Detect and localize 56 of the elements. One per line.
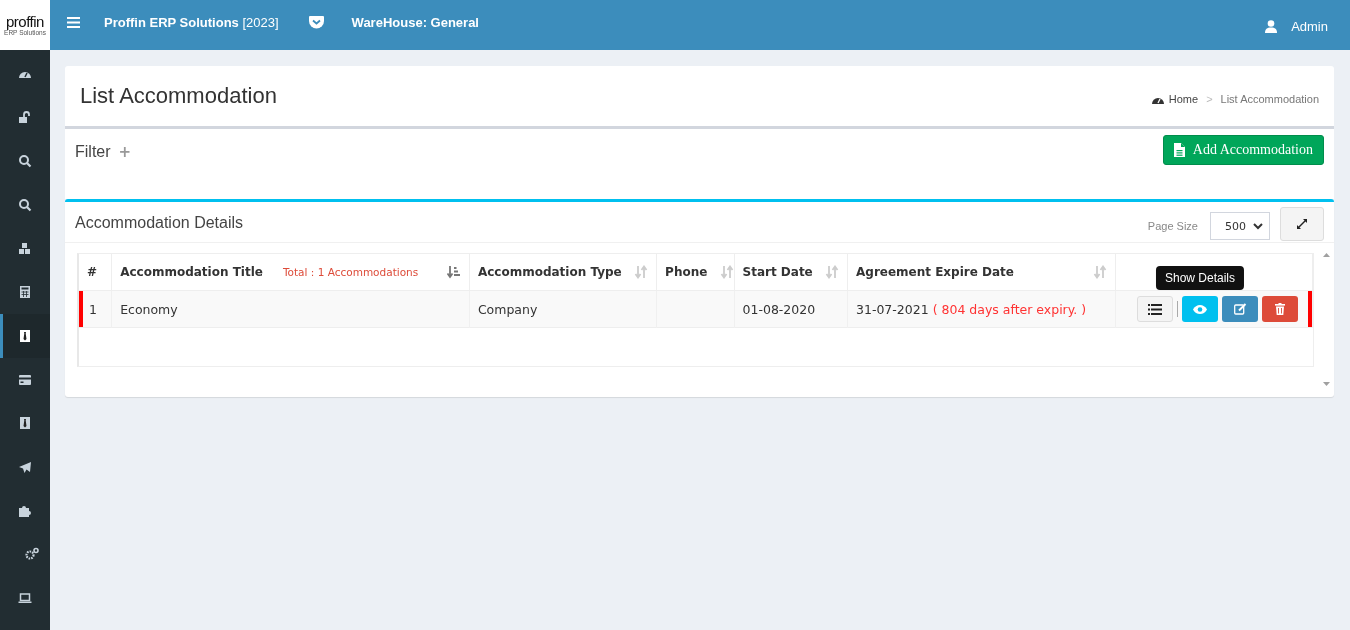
page-size-select[interactable]: 500 xyxy=(1210,212,1270,240)
list-button[interactable] xyxy=(1137,296,1173,322)
logo-text: proffin xyxy=(6,14,44,29)
table-cell: 1 xyxy=(89,301,97,317)
edit-button[interactable] xyxy=(1222,296,1258,322)
table-cell: Economy xyxy=(120,301,178,317)
warehouse-label[interactable]: WareHouse: General xyxy=(351,14,479,30)
breadcrumb-separator: > xyxy=(1206,93,1213,105)
table-cell: 01-08-2020 xyxy=(742,301,816,317)
breadcrumb-link[interactable]: Home xyxy=(1151,93,1199,105)
user-name[interactable]: Admin xyxy=(1291,18,1328,34)
menu-icon[interactable] xyxy=(67,16,80,28)
column-header[interactable]: Accommodation Type xyxy=(477,265,622,279)
list-icon xyxy=(1148,303,1162,315)
fullscreen-button[interactable] xyxy=(1280,207,1324,241)
sidebar-item[interactable] xyxy=(0,314,50,358)
tie-icon xyxy=(18,328,32,343)
chevron-down-icon xyxy=(1253,222,1263,230)
sort-icon[interactable] xyxy=(446,265,461,279)
expiry-note: ( 804 days after expiry. ) xyxy=(931,301,1087,317)
calculator-icon xyxy=(18,285,32,300)
column-header[interactable]: Accommodation Title xyxy=(120,265,263,279)
column-header[interactable]: Phone xyxy=(665,265,708,279)
delete-button[interactable] xyxy=(1262,296,1298,322)
edit-icon xyxy=(1233,303,1247,315)
tie-icon xyxy=(18,416,32,431)
user-icon[interactable] xyxy=(1265,19,1278,33)
table-cell: 31-07-2021 xyxy=(856,301,929,317)
credit-card-icon xyxy=(18,372,32,387)
search-icon xyxy=(18,154,32,169)
eye-icon xyxy=(1193,304,1207,314)
page-size-label: Page Size xyxy=(1147,220,1198,232)
filter-label: Filter xyxy=(75,143,111,161)
column-header[interactable]: Agreement Expire Date xyxy=(856,265,1014,279)
gears-icon xyxy=(25,547,39,562)
document-icon xyxy=(1173,143,1185,157)
laptop-icon xyxy=(18,591,32,606)
search-icon xyxy=(18,197,32,212)
scroll-down-icon[interactable] xyxy=(1322,382,1330,386)
table-cell: Company xyxy=(477,301,538,317)
column-header[interactable]: # xyxy=(87,265,98,279)
panel-title: Accommodation Details xyxy=(75,214,244,232)
puzzle-icon xyxy=(18,503,32,518)
tooltip: Show Details xyxy=(1156,266,1244,290)
plane-icon xyxy=(18,460,32,475)
cubes-icon xyxy=(18,241,32,256)
trash-icon xyxy=(1275,303,1285,315)
expand-icon xyxy=(1297,219,1307,229)
total-count: Total : 1 Accommodations xyxy=(282,266,419,278)
unlock-icon xyxy=(18,110,32,125)
scroll-up-icon[interactable] xyxy=(1322,253,1330,257)
column-header[interactable]: Start Date xyxy=(742,265,813,279)
app-title: Proffin ERP Solutions [2023] xyxy=(104,14,279,30)
breadcrumb-current: List Accommodation xyxy=(1220,93,1319,105)
pocket-icon[interactable] xyxy=(308,15,324,29)
page-title: List Accommodation xyxy=(80,83,277,109)
